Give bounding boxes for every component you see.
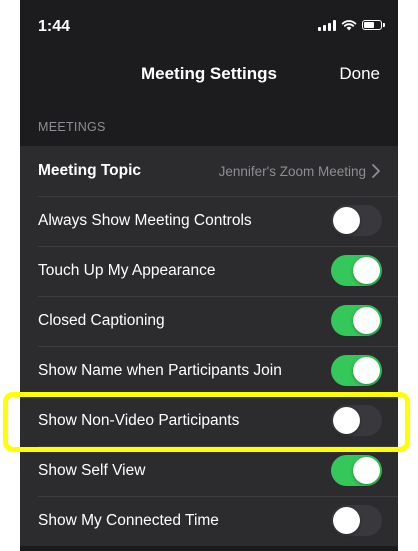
row-label: Show Non-Video Participants bbox=[38, 412, 240, 429]
row-label: Show Self View bbox=[38, 462, 146, 479]
show-non-video-participants-toggle[interactable] bbox=[331, 405, 382, 436]
meeting-topic-value: Jennifer's Zoom Meeting bbox=[218, 163, 366, 179]
status-time: 1:44 bbox=[38, 18, 71, 35]
phone-screen: 1:44 Meeting Settings Done MEETINGS Meet… bbox=[20, 0, 398, 551]
row-label: Meeting Topic bbox=[38, 162, 142, 179]
show-my-connected-time-row: Show My Connected Time bbox=[20, 496, 398, 546]
show-name-when-participants-join-toggle[interactable] bbox=[331, 355, 382, 386]
cellular-signal-icon bbox=[318, 19, 336, 31]
row-label: Closed Captioning bbox=[38, 312, 165, 329]
show-self-view-toggle[interactable] bbox=[331, 455, 382, 486]
show-my-connected-time-toggle[interactable] bbox=[331, 505, 382, 536]
status-bar: 1:44 bbox=[20, 0, 398, 50]
row-label: Show Name when Participants Join bbox=[38, 362, 282, 379]
navigation-bar: Meeting Settings Done bbox=[20, 50, 398, 94]
show-name-when-participants-join-row: Show Name when Participants Join bbox=[20, 346, 398, 396]
row-label: Show My Connected Time bbox=[38, 512, 219, 529]
section-header-meetings: MEETINGS bbox=[38, 120, 106, 134]
show-non-video-participants-row: Show Non-Video Participants bbox=[20, 396, 398, 446]
touch-up-my-appearance-row: Touch Up My Appearance bbox=[20, 246, 398, 296]
meeting-topic-row[interactable]: Meeting Topic Jennifer's Zoom Meeting bbox=[20, 146, 398, 196]
always-show-meeting-controls-toggle[interactable] bbox=[331, 205, 382, 236]
closed-captioning-toggle[interactable] bbox=[331, 305, 382, 336]
closed-captioning-row: Closed Captioning bbox=[20, 296, 398, 346]
wifi-icon bbox=[341, 20, 357, 31]
chevron-right-icon bbox=[372, 164, 380, 178]
row-label: Always Show Meeting Controls bbox=[38, 212, 252, 229]
show-self-view-row: Show Self View bbox=[20, 446, 398, 496]
touch-up-my-appearance-toggle[interactable] bbox=[331, 255, 382, 286]
row-label: Touch Up My Appearance bbox=[38, 262, 216, 279]
done-button[interactable]: Done bbox=[339, 64, 380, 84]
always-show-meeting-controls-row: Always Show Meeting Controls bbox=[20, 196, 398, 246]
status-icons bbox=[318, 19, 385, 31]
settings-list: Meeting Topic Jennifer's Zoom Meeting Al… bbox=[20, 146, 398, 546]
battery-icon bbox=[362, 20, 385, 30]
